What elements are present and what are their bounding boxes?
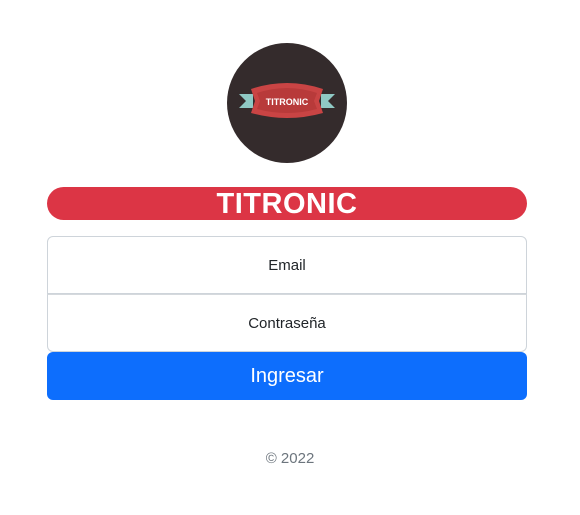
brand-title: TITRONIC: [47, 187, 527, 220]
logo-text: TITRONIC: [266, 97, 309, 107]
login-page: TITRONIC TITRONIC Ingresar © 2022: [0, 0, 580, 515]
titronic-logo: TITRONIC: [227, 43, 347, 163]
email-field[interactable]: [47, 236, 527, 294]
logo-emblem-icon: TITRONIC: [239, 83, 335, 118]
password-field[interactable]: [47, 294, 527, 352]
copyright-text: © 2022: [265, 450, 315, 467]
login-button[interactable]: Ingresar: [47, 352, 527, 400]
